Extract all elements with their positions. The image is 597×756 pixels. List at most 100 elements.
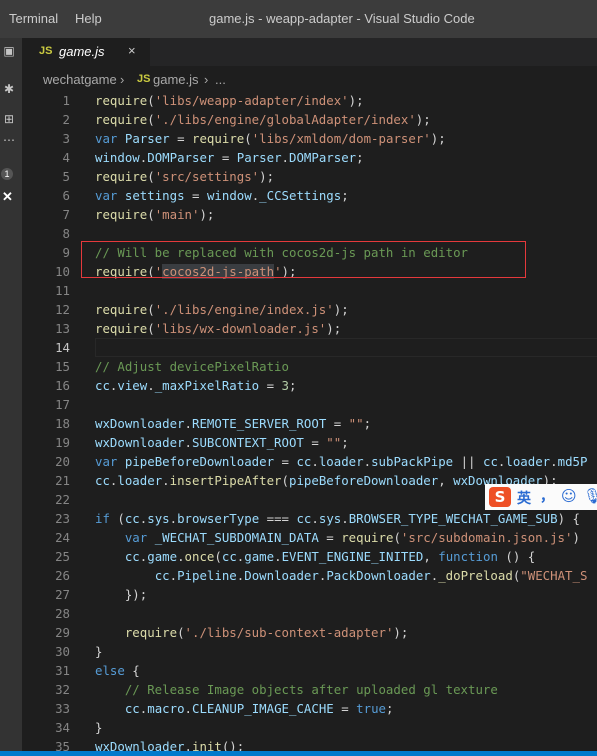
code-token: cc	[482, 454, 498, 469]
js-file-icon: JS	[39, 45, 53, 57]
code-line[interactable]: 1 require('libs/weapp-adapter/index');	[22, 91, 597, 110]
line-number: 14	[55, 340, 70, 355]
code-line[interactable]: 17	[22, 395, 597, 414]
code-line[interactable]: 3 var Parser = require('libs/xmldom/dom-p…	[22, 129, 597, 148]
line-number: 34	[55, 720, 70, 735]
code-line[interactable]: 34}	[22, 718, 597, 737]
code-line[interactable]: 26 cc.Pipeline.Downloader.PackDownloader…	[22, 566, 597, 585]
code-line[interactable]: 28	[22, 604, 597, 623]
line-number: 25	[55, 549, 70, 564]
tab-close-icon[interactable]: ×	[128, 43, 136, 58]
microphone-icon[interactable]: 🎙	[583, 487, 597, 505]
breadcrumb-folder[interactable]: wechatgame	[43, 72, 117, 87]
code-line[interactable]: 31 else {	[22, 661, 597, 680]
code-token: () {	[497, 549, 536, 564]
line-number: 21	[55, 473, 70, 488]
code-token: =	[318, 530, 342, 545]
code-line[interactable]: 32 // Release Image objects after upload…	[22, 680, 597, 699]
code-token: cc	[124, 701, 140, 716]
code-token: (	[109, 511, 125, 526]
code-token: =	[184, 188, 207, 203]
code-token: (	[214, 549, 222, 564]
line-number: 12	[55, 302, 70, 317]
tab-game-js[interactable]: JS game.js ×	[22, 38, 150, 66]
line-number: 30	[55, 644, 70, 659]
line-number: 26	[55, 568, 70, 583]
breadcrumb-more[interactable]: ...	[215, 72, 226, 87]
code-line[interactable]: 24 var _WECHAT_SUBDOMAIN_DATA = require(…	[22, 528, 597, 547]
code-token: var	[124, 530, 148, 545]
line-source: require('libs/wx-downloader.js');	[95, 319, 341, 338]
code-token: once	[184, 549, 215, 564]
menu-terminal[interactable]: Terminal	[9, 11, 58, 26]
ime-punctuation-toggle[interactable]: ，	[540, 486, 554, 506]
code-token: .	[184, 701, 193, 716]
code-token: );	[415, 112, 431, 127]
code-token: pipeBeforeDownloader	[289, 473, 439, 488]
close-icon[interactable]: ✕	[2, 189, 13, 205]
code-line[interactable]: 4 window.DOMParser = Parser.DOMParser;	[22, 148, 597, 167]
code-token: .	[162, 473, 170, 488]
breadcrumb: wechatgame › JS game.js › ...	[22, 66, 597, 92]
code-token: =	[274, 454, 297, 469]
code-token: DOMParser	[147, 150, 215, 165]
code-line[interactable]: 16 cc.view._maxPixelRatio = 3;	[22, 376, 597, 395]
code-token: require	[341, 530, 394, 545]
code-line[interactable]: 27 });	[22, 585, 597, 604]
code-line[interactable]: 12 require('./libs/engine/index.js');	[22, 300, 597, 319]
code-token: (	[244, 131, 252, 146]
extensions-icon[interactable]: ⊞	[0, 112, 18, 126]
code-token: Parser	[124, 131, 170, 146]
code-token: {	[124, 663, 140, 678]
code-line[interactable]: 15 // Adjust devicePixelRatio	[22, 357, 597, 376]
code-token: require	[95, 169, 148, 184]
code-token: Downloader	[244, 568, 319, 583]
line-number: 19	[55, 435, 70, 450]
code-token: (	[147, 207, 155, 222]
sogou-logo-icon[interactable]: S	[489, 487, 511, 507]
code-line[interactable]: 29 require('./libs/sub-context-adapter')…	[22, 623, 597, 642]
code-line[interactable]: 11	[22, 281, 597, 300]
code-token: loader	[505, 454, 551, 469]
code-line[interactable]: 20 var pipeBeforeDownloader = cc.loader.s…	[22, 452, 597, 471]
debug-icon[interactable]: ✱	[0, 82, 18, 96]
code-line[interactable]: 25 cc.game.once(cc.game.EVENT_ENGINE_INI…	[22, 547, 597, 566]
emoji-icon[interactable]: ☺	[561, 487, 577, 505]
code-token: ,	[423, 549, 439, 564]
code-token: cc	[296, 511, 312, 526]
code-line[interactable]: 30}	[22, 642, 597, 661]
code-line[interactable]: 6 var settings = window._CCSettings;	[22, 186, 597, 205]
code-token: (	[281, 473, 289, 488]
chevron-right-icon: ›	[204, 72, 209, 87]
code-editor[interactable]: 1 require('libs/weapp-adapter/index'); 2 re…	[22, 91, 597, 754]
code-line[interactable]: 18 wxDownloader.REMOTE_SERVER_ROOT = "";	[22, 414, 597, 433]
code-line[interactable]: 33 cc.macro.CLEANUP_IMAGE_CACHE = true;	[22, 699, 597, 718]
code-token: .	[184, 416, 192, 431]
line-number: 6	[62, 188, 70, 203]
window-title: game.js - weapp-adapter - Visual Studio …	[209, 11, 475, 26]
breadcrumb-file[interactable]: game.js	[153, 72, 199, 87]
js-file-icon: JS	[137, 73, 151, 85]
code-token: .	[341, 511, 349, 526]
line-number: 10	[55, 264, 70, 279]
code-line[interactable]: 13 require('libs/wx-downloader.js');	[22, 319, 597, 338]
menu-help[interactable]: Help	[75, 11, 102, 26]
code-line[interactable]: 5 require('src/settings');	[22, 167, 597, 186]
files-icon[interactable]: ▣	[0, 44, 18, 58]
ime-language-toggle[interactable]: 英	[517, 488, 531, 508]
code-line[interactable]: 14	[22, 338, 597, 357]
code-line[interactable]: 19 wxDownloader.SUBCONTEXT_ROOT = "";	[22, 433, 597, 452]
line-source: // Release Image objects after uploaded …	[95, 680, 498, 699]
line-number: 32	[55, 682, 70, 697]
code-line[interactable]: 23 if (cc.sys.browserType === cc.sys.BROW…	[22, 509, 597, 528]
code-line[interactable]: 2 require('./libs/engine/globalAdapter/in…	[22, 110, 597, 129]
line-number: 28	[55, 606, 70, 621]
code-token: .	[550, 454, 558, 469]
code-line[interactable]: 7 require('main');	[22, 205, 597, 224]
more-icon[interactable]: ⋯	[0, 133, 18, 147]
code-token: .	[169, 568, 178, 583]
